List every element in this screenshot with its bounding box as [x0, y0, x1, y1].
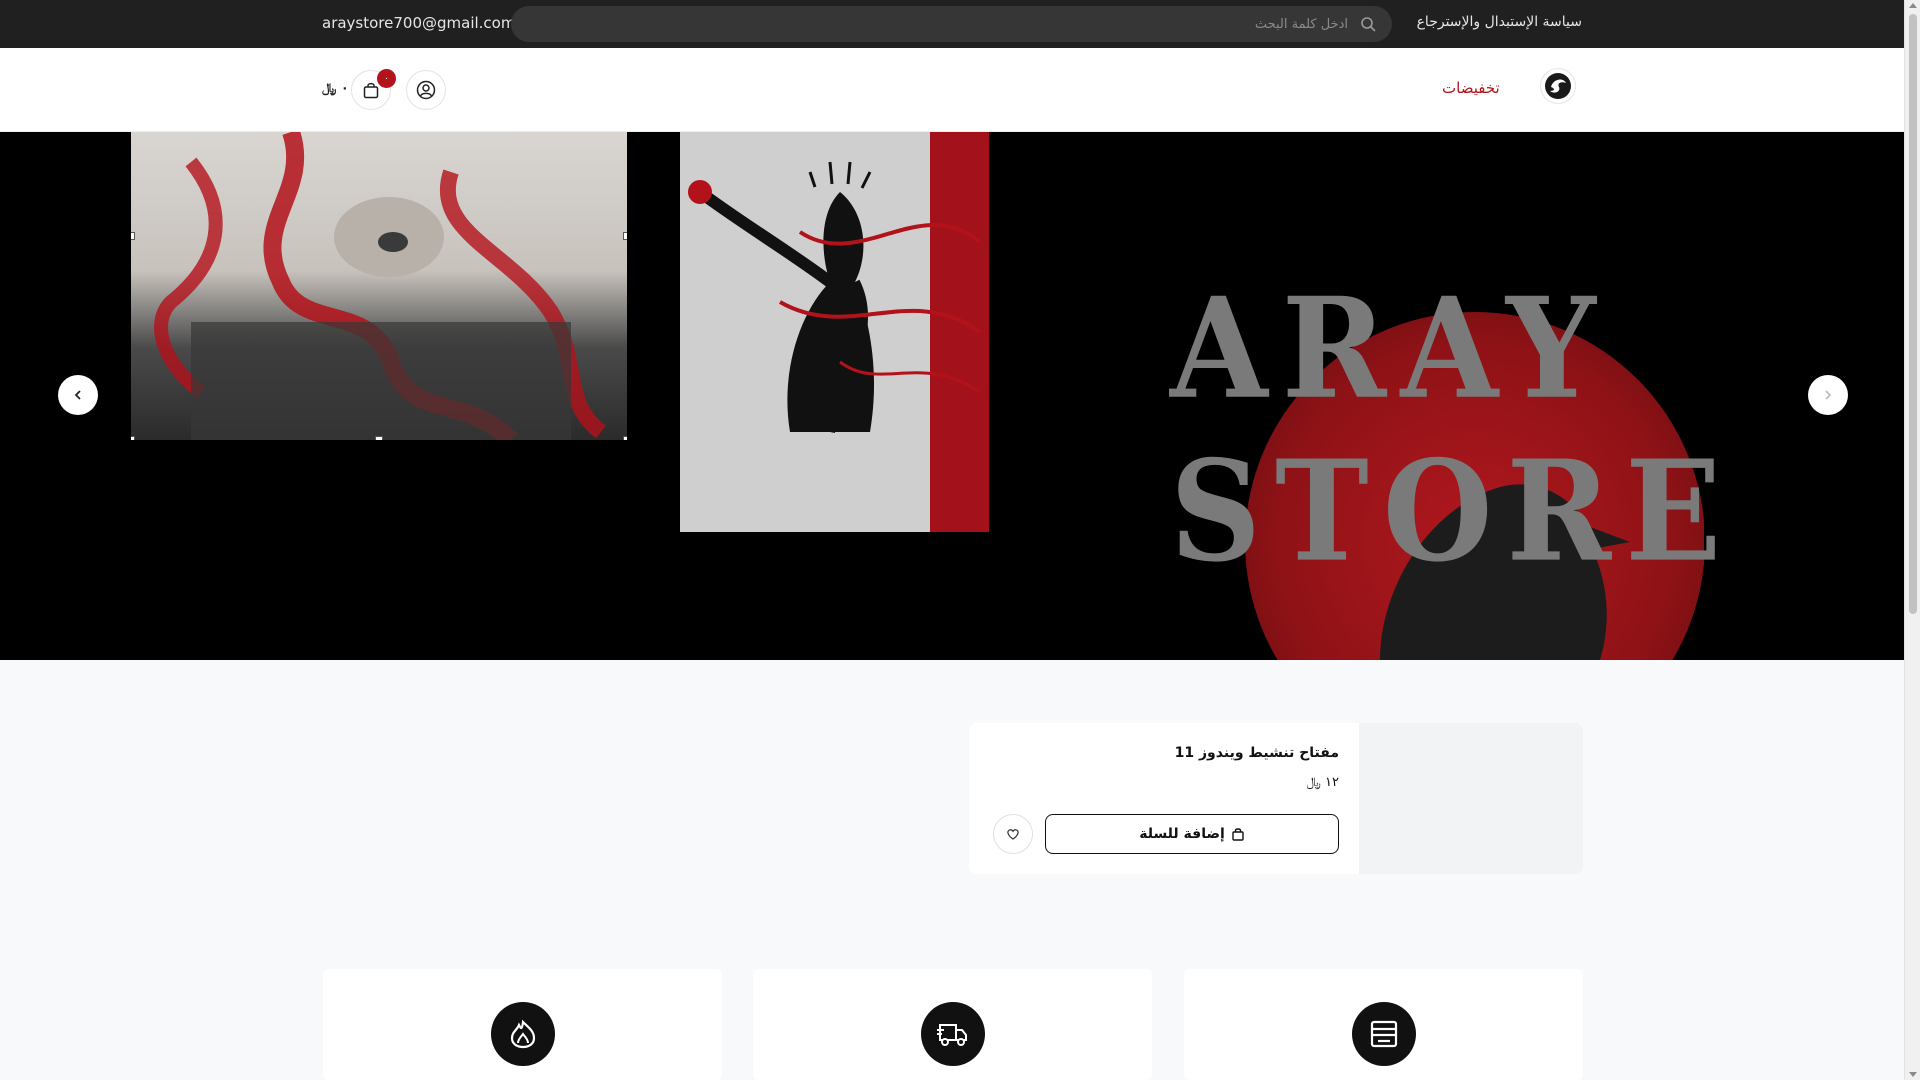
top-bar: araystore700@gmail.com سياسة الإستبدال و… [0, 0, 1904, 48]
chevron-right-icon [1825, 390, 1832, 400]
feature-card-store [1184, 969, 1583, 1080]
user-icon [416, 80, 436, 100]
feature-card-delivery [753, 969, 1152, 1080]
hero-artwork-1 [131, 132, 627, 440]
cart-count-badge: ٠ [377, 69, 396, 88]
search-icon[interactable] [1360, 16, 1376, 32]
add-to-cart-button[interactable]: إضافة للسلة [1045, 814, 1339, 854]
scroll-up-icon[interactable] [1909, 3, 1917, 8]
hero-slider: ARAY STORE [0, 132, 1904, 660]
chevron-left-icon [74, 390, 81, 400]
page-scrollbar[interactable] [1904, 0, 1920, 1080]
slider-prev-button[interactable] [58, 375, 98, 415]
flame-icon [491, 1002, 555, 1066]
main-header: تخفيضات [0, 48, 1904, 132]
add-to-cart-label: إضافة للسلة [1139, 826, 1225, 842]
hero-brand-line-1: ARAY [1170, 267, 1610, 430]
hero-artwork-2 [680, 132, 989, 532]
search-bar[interactable] [511, 6, 1392, 42]
product-name[interactable]: مفتاح تنشيط ويندوز 11 [1175, 745, 1339, 761]
shopping-bag-icon [363, 82, 379, 99]
contact-email[interactable]: araystore700@gmail.com [322, 14, 515, 32]
hero-brand-title: ARAY STORE [1170, 267, 1736, 593]
delivery-truck-icon [921, 1002, 985, 1066]
hero-brand-line-2: STORE [1170, 429, 1736, 593]
logo-icon [1545, 73, 1571, 99]
product-card[interactable]: مفتاح تنشيط ويندوز 11 ١٢ ﷼ إضافة للسلة [969, 723, 1583, 874]
product-image[interactable] [1359, 723, 1583, 874]
slider-next-button[interactable] [1808, 375, 1848, 415]
return-policy-link[interactable]: سياسة الإستبدال والإسترجاع [1417, 14, 1582, 30]
scrollbar-thumb[interactable] [1909, 14, 1917, 614]
cart-total: ٠ ﷼ [322, 81, 349, 96]
product-price: ١٢ ﷼ [1306, 775, 1340, 790]
wishlist-button[interactable] [993, 814, 1033, 854]
store-logo[interactable] [1540, 68, 1576, 104]
search-input[interactable] [588, 6, 1348, 42]
account-button[interactable] [406, 70, 446, 110]
shopping-bag-icon [1232, 828, 1244, 841]
heart-icon [1007, 829, 1019, 840]
feature-card-flame [323, 969, 722, 1080]
store-icon [1352, 1002, 1416, 1066]
nav-link-sale[interactable]: تخفيضات [1442, 79, 1500, 97]
scroll-down-icon[interactable] [1909, 1072, 1917, 1077]
